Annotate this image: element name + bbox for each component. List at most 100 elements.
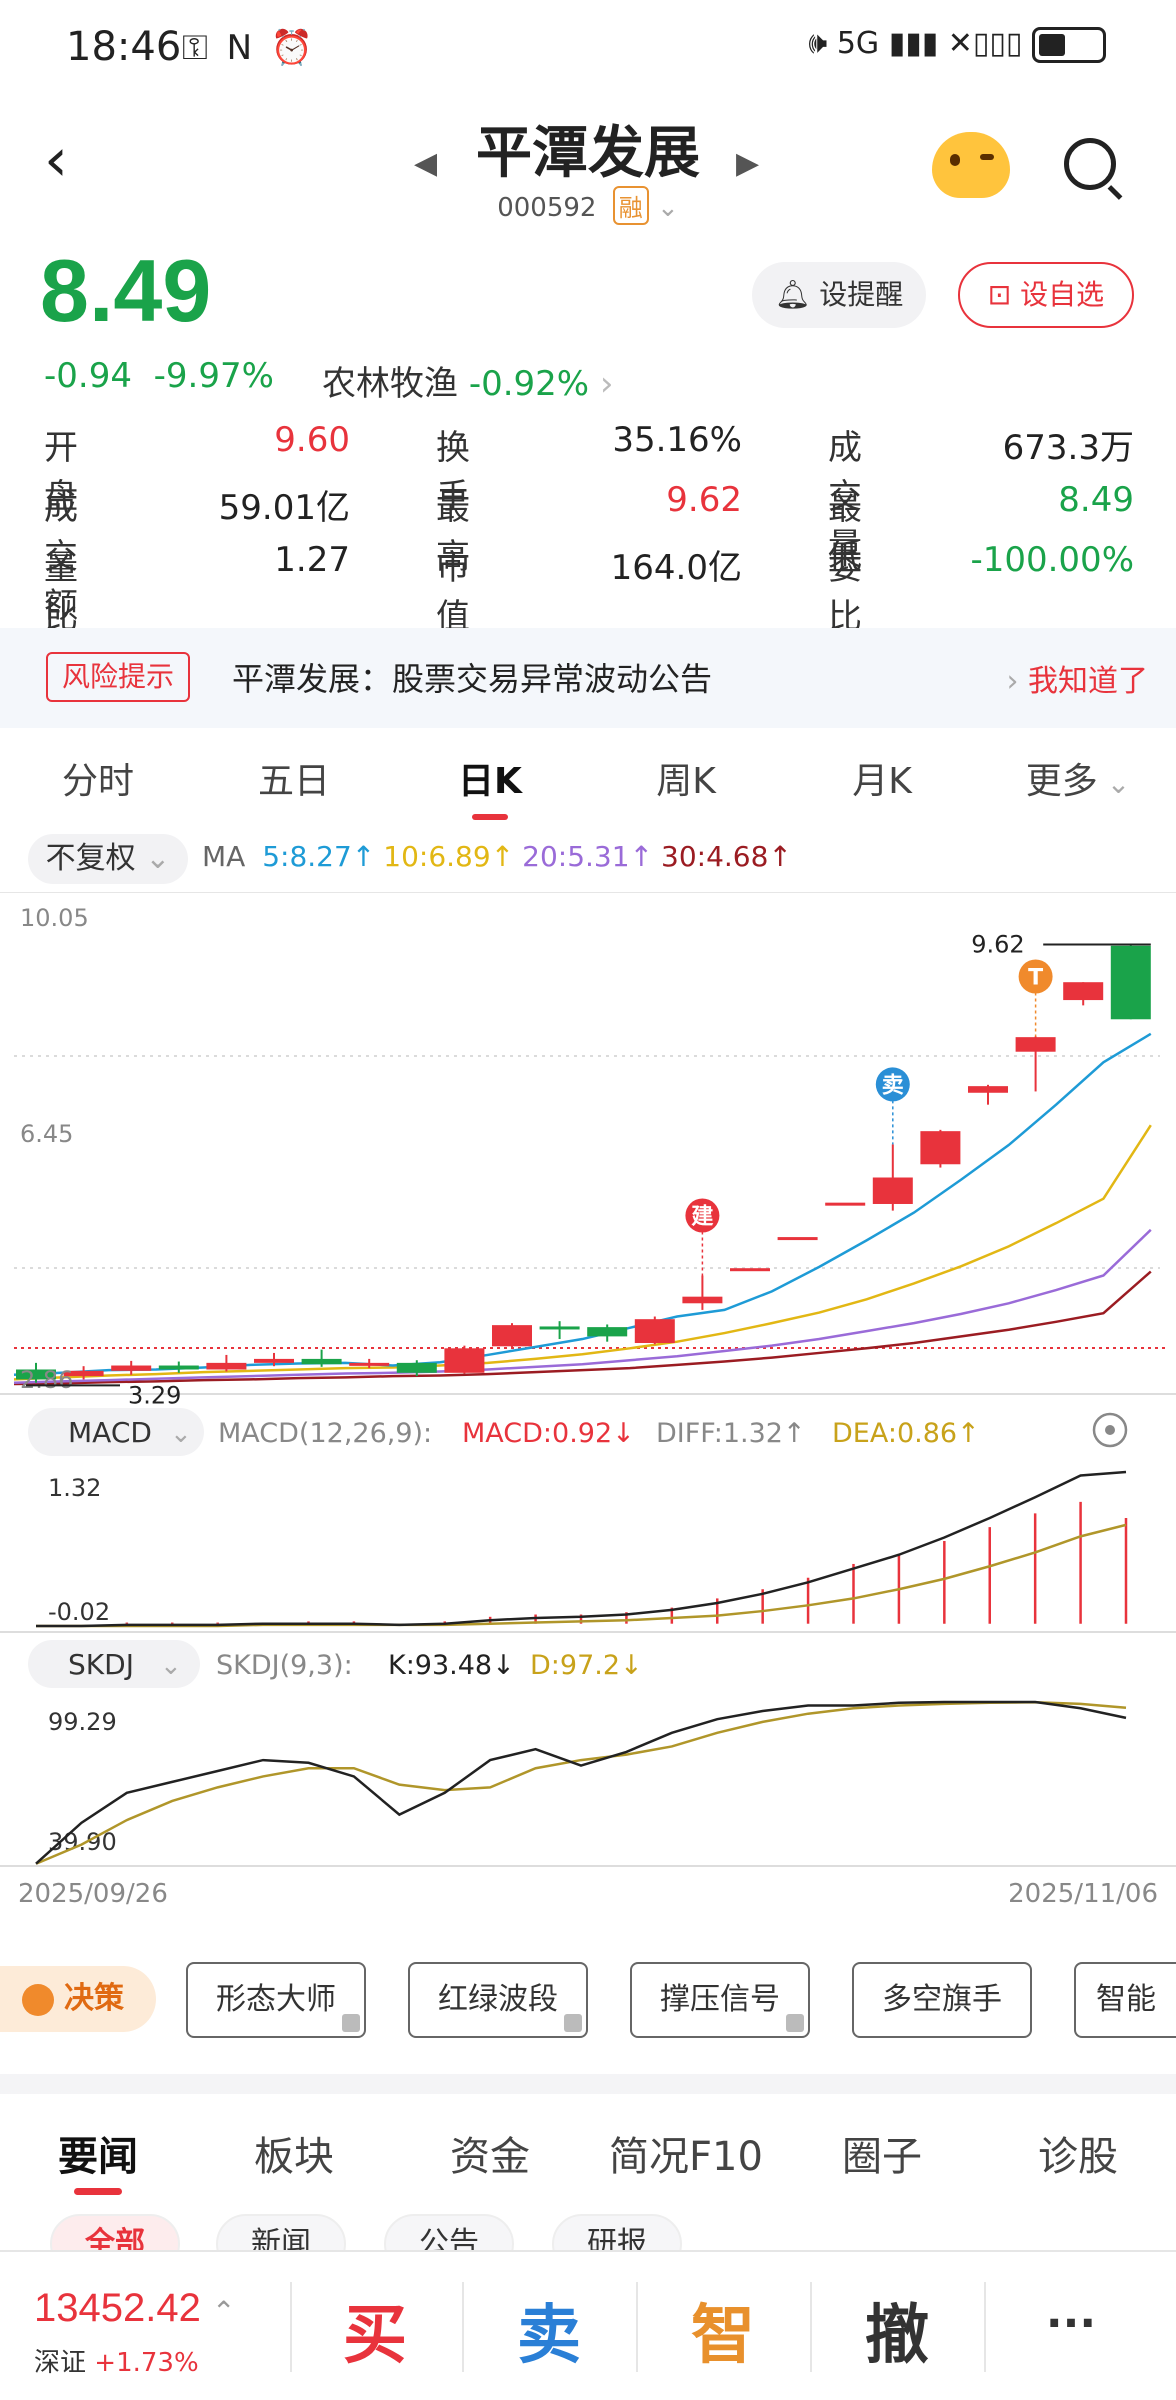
news-tab-underline xyxy=(74,2188,122,2195)
candle-body xyxy=(1110,945,1151,1020)
candle-body xyxy=(920,1131,961,1165)
quote-value: 1.27 xyxy=(274,540,350,580)
skdj-panel: SKDJ ⌄ SKDJ(9,3): K:93.48↓ D:97.2↓99.2939.90… xyxy=(0,1640,1176,1909)
news-tab-f10[interactable]: 简况F10 xyxy=(588,2124,784,2182)
signal-battery: 🕪 5G ▮▮▮ ✕▯▯▯ xyxy=(808,26,1106,63)
dea-value: DEA:0.86↑ xyxy=(832,1418,980,1449)
candle-body xyxy=(158,1365,199,1370)
add-watchlist-button[interactable]: ⊡ 设自选 xyxy=(958,262,1134,328)
news-tab-funds[interactable]: 资金 xyxy=(392,2124,588,2182)
tab-monthly-k[interactable]: 月K xyxy=(802,752,962,804)
ma5-line xyxy=(13,1032,1152,1377)
adjust-select[interactable]: 不复权 ⌄ xyxy=(28,834,188,884)
news-tab-community[interactable]: 圈子 xyxy=(784,2124,980,2182)
risk-banner[interactable]: 风险提示 平潭发展：股票交易异常波动公告 › 我知道了 xyxy=(0,628,1176,728)
lock-icon xyxy=(786,2014,804,2032)
mascot-icon[interactable] xyxy=(932,132,1010,198)
tab-weekly-k[interactable]: 周K xyxy=(606,752,766,804)
lock-icon xyxy=(342,2014,360,2032)
ma-value: 10:6.89↑ xyxy=(383,840,515,873)
news-tab-sector[interactable]: 板块 xyxy=(196,2124,392,2182)
tool-red-green-band[interactable]: 红绿波段 xyxy=(408,1962,588,2038)
news-tab-diagnosis[interactable]: 诊股 xyxy=(980,2124,1176,2182)
macd-label: MACD xyxy=(68,1416,152,1449)
stock-code-row[interactable]: 000592 融 ⌄ xyxy=(0,186,1176,225)
price-mid-label: 6.45 xyxy=(20,1120,73,1148)
search-icon[interactable] xyxy=(1064,138,1116,190)
cancel-order-button[interactable]: 撤 xyxy=(812,2284,982,2376)
add-watchlist-label: 设自选 xyxy=(1020,278,1105,311)
quote-value: 8.49 xyxy=(1058,480,1134,520)
quote-value: 35.16% xyxy=(612,420,742,460)
tab-more[interactable]: 更多 ⌄ xyxy=(998,752,1158,804)
ma-value: 30:4.68↑ xyxy=(661,840,792,873)
risk-text[interactable]: 平潭发展：股票交易异常波动公告 xyxy=(232,654,712,700)
chevron-right-icon: › xyxy=(1006,664,1028,699)
price-change-row: -0.94 -9.97% xyxy=(44,356,274,396)
lock-icon xyxy=(564,2014,582,2032)
quote-value: 59.01亿 xyxy=(218,488,350,528)
macd-panel: MACD ⌄ MACD(12,26,9): MACD:0.92↓ DIFF:1.32↑ D… xyxy=(0,1408,1176,1633)
macd-min-label: -0.02 xyxy=(48,1598,110,1626)
quote-value: 9.62 xyxy=(666,480,742,520)
tab-daily-k[interactable]: 日K xyxy=(410,752,570,804)
sell-button[interactable]: 卖 xyxy=(464,2284,634,2376)
adjust-label: 不复权 xyxy=(45,841,136,876)
candle-body xyxy=(730,1268,770,1272)
candle-body xyxy=(825,1202,866,1206)
sector-name: 农林牧渔 xyxy=(322,364,458,404)
tab-intraday[interactable]: 分时 xyxy=(18,752,178,804)
status-time: 18:46 xyxy=(66,24,182,70)
tool-pattern-master[interactable]: 形态大师 xyxy=(186,1962,366,2038)
quote-value: 673.3万 xyxy=(1002,428,1134,468)
candle-body xyxy=(634,1319,675,1344)
set-alert-label: 设提醒 xyxy=(819,278,904,311)
dea-line xyxy=(36,1523,1127,1628)
ma20-line xyxy=(13,1228,1152,1384)
more-button[interactable]: ··· xyxy=(986,2298,1156,2349)
kline-chart[interactable]: 建 卖 T 10.05 6.45 2.86 9.62 3.29 MACD ⌄ MACD(12,2… xyxy=(0,892,1176,1912)
news-tab-headlines[interactable]: 要闻 xyxy=(0,2124,196,2182)
set-alert-button[interactable]: 🔔︎ 设提醒 xyxy=(752,262,926,328)
quote-label: 市值 xyxy=(436,548,470,637)
candle-body xyxy=(777,1237,818,1241)
candle-body xyxy=(444,1348,485,1373)
candle-body xyxy=(539,1326,580,1330)
candle-body xyxy=(968,1086,1008,1093)
price-change: -0.94 xyxy=(44,356,132,396)
tool-smart[interactable]: 智能 xyxy=(1074,1962,1176,2038)
price-max-label: 10.05 xyxy=(20,904,89,932)
tool-support-pressure[interactable]: 撑压信号 xyxy=(630,1962,810,2038)
next-stock-icon[interactable]: ▶ xyxy=(736,146,759,181)
diff-line xyxy=(36,1470,1127,1628)
smart-button[interactable]: 智 xyxy=(638,2284,808,2376)
buy-button[interactable]: 买 xyxy=(290,2284,460,2376)
sector-link[interactable]: 农林牧渔 -0.92% › xyxy=(322,356,614,405)
quote-label: 量比 xyxy=(44,548,78,637)
candle-body xyxy=(1063,982,1104,1001)
index-name: 深证 xyxy=(34,2348,87,2378)
tab-five-day[interactable]: 五日 xyxy=(214,752,374,804)
signal-label: 卖 xyxy=(882,1072,904,1098)
risk-acknowledge-button[interactable]: › 我知道了 xyxy=(1006,656,1148,700)
status-bar: 18:46 ⚿ N ⏰ 🕪 5G ▮▮▮ ✕▯▯▯ xyxy=(0,0,1176,100)
battery-icon xyxy=(1032,26,1106,63)
macd-params: MACD(12,26,9): xyxy=(218,1418,432,1449)
tool-long-short[interactable]: 多空旗手 xyxy=(852,1962,1032,2038)
price-change-pct: -9.97% xyxy=(153,356,274,396)
candle-body xyxy=(587,1327,628,1337)
current-price: 8.49 xyxy=(40,241,212,340)
risk-ack-label: 我知道了 xyxy=(1028,664,1148,699)
status-icons: ⚿ N ⏰ xyxy=(182,28,318,68)
tool-label: 撑压信号 xyxy=(660,1982,780,2017)
watchlist-icon: ⊡ xyxy=(987,278,1012,311)
candle-body xyxy=(872,1177,913,1204)
tool-label: 多空旗手 xyxy=(882,1982,1002,2017)
macd-max-label: 1.32 xyxy=(48,1474,101,1502)
bell-icon: 🔔︎ xyxy=(774,278,811,311)
chevron-down-icon: ⌄ xyxy=(1097,767,1131,800)
sector-change: -0.92% xyxy=(468,364,590,404)
index-value[interactable]: 13452.42 ⌃ xyxy=(34,2286,235,2331)
candle-body xyxy=(1015,1037,1056,1052)
quote-value: -100.00% xyxy=(970,540,1134,580)
